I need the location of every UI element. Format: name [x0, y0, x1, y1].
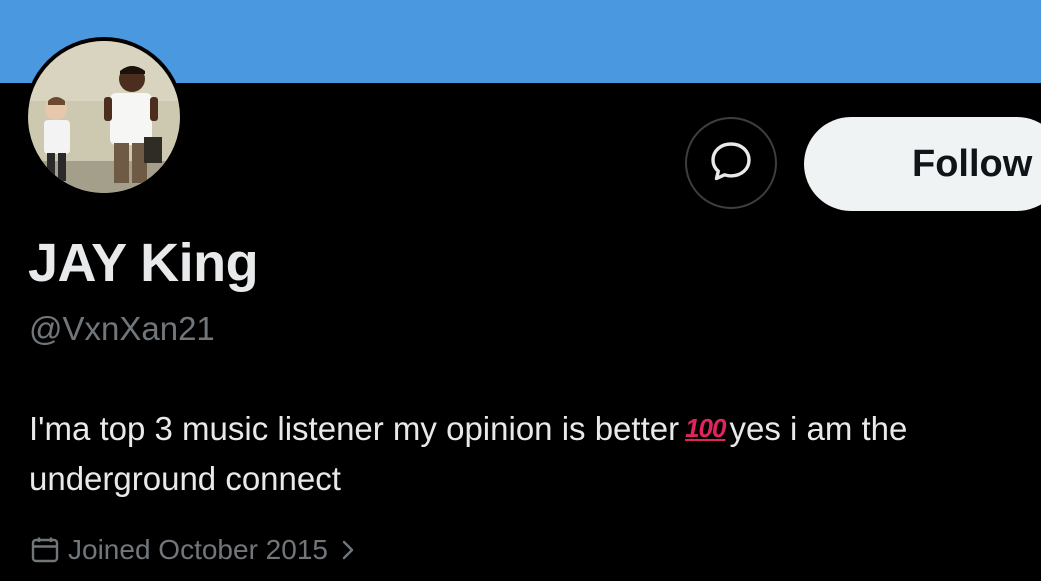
joined-label: Joined October 2015 [68, 534, 328, 565]
calendar-icon [30, 535, 60, 565]
follow-button[interactable]: Follow [804, 117, 1041, 211]
chevron-right-icon [340, 538, 356, 562]
joined-date[interactable]: Joined October 2015 [30, 530, 356, 570]
bio: I'ma top 3 music listener my opinion is … [29, 403, 1029, 504]
avatar-photo [28, 41, 180, 193]
handle: @VxnXan21 [29, 310, 215, 347]
follow-button-label: Follow [912, 142, 1033, 185]
avatar[interactable] [28, 41, 180, 193]
message-bubble-icon [707, 137, 755, 190]
bio-text: I'ma top 3 music listener my opinion is … [29, 410, 680, 447]
display-name: JAY King [28, 233, 259, 293]
message-button[interactable] [685, 117, 777, 209]
hundred-points-emoji: 100 [685, 413, 726, 443]
